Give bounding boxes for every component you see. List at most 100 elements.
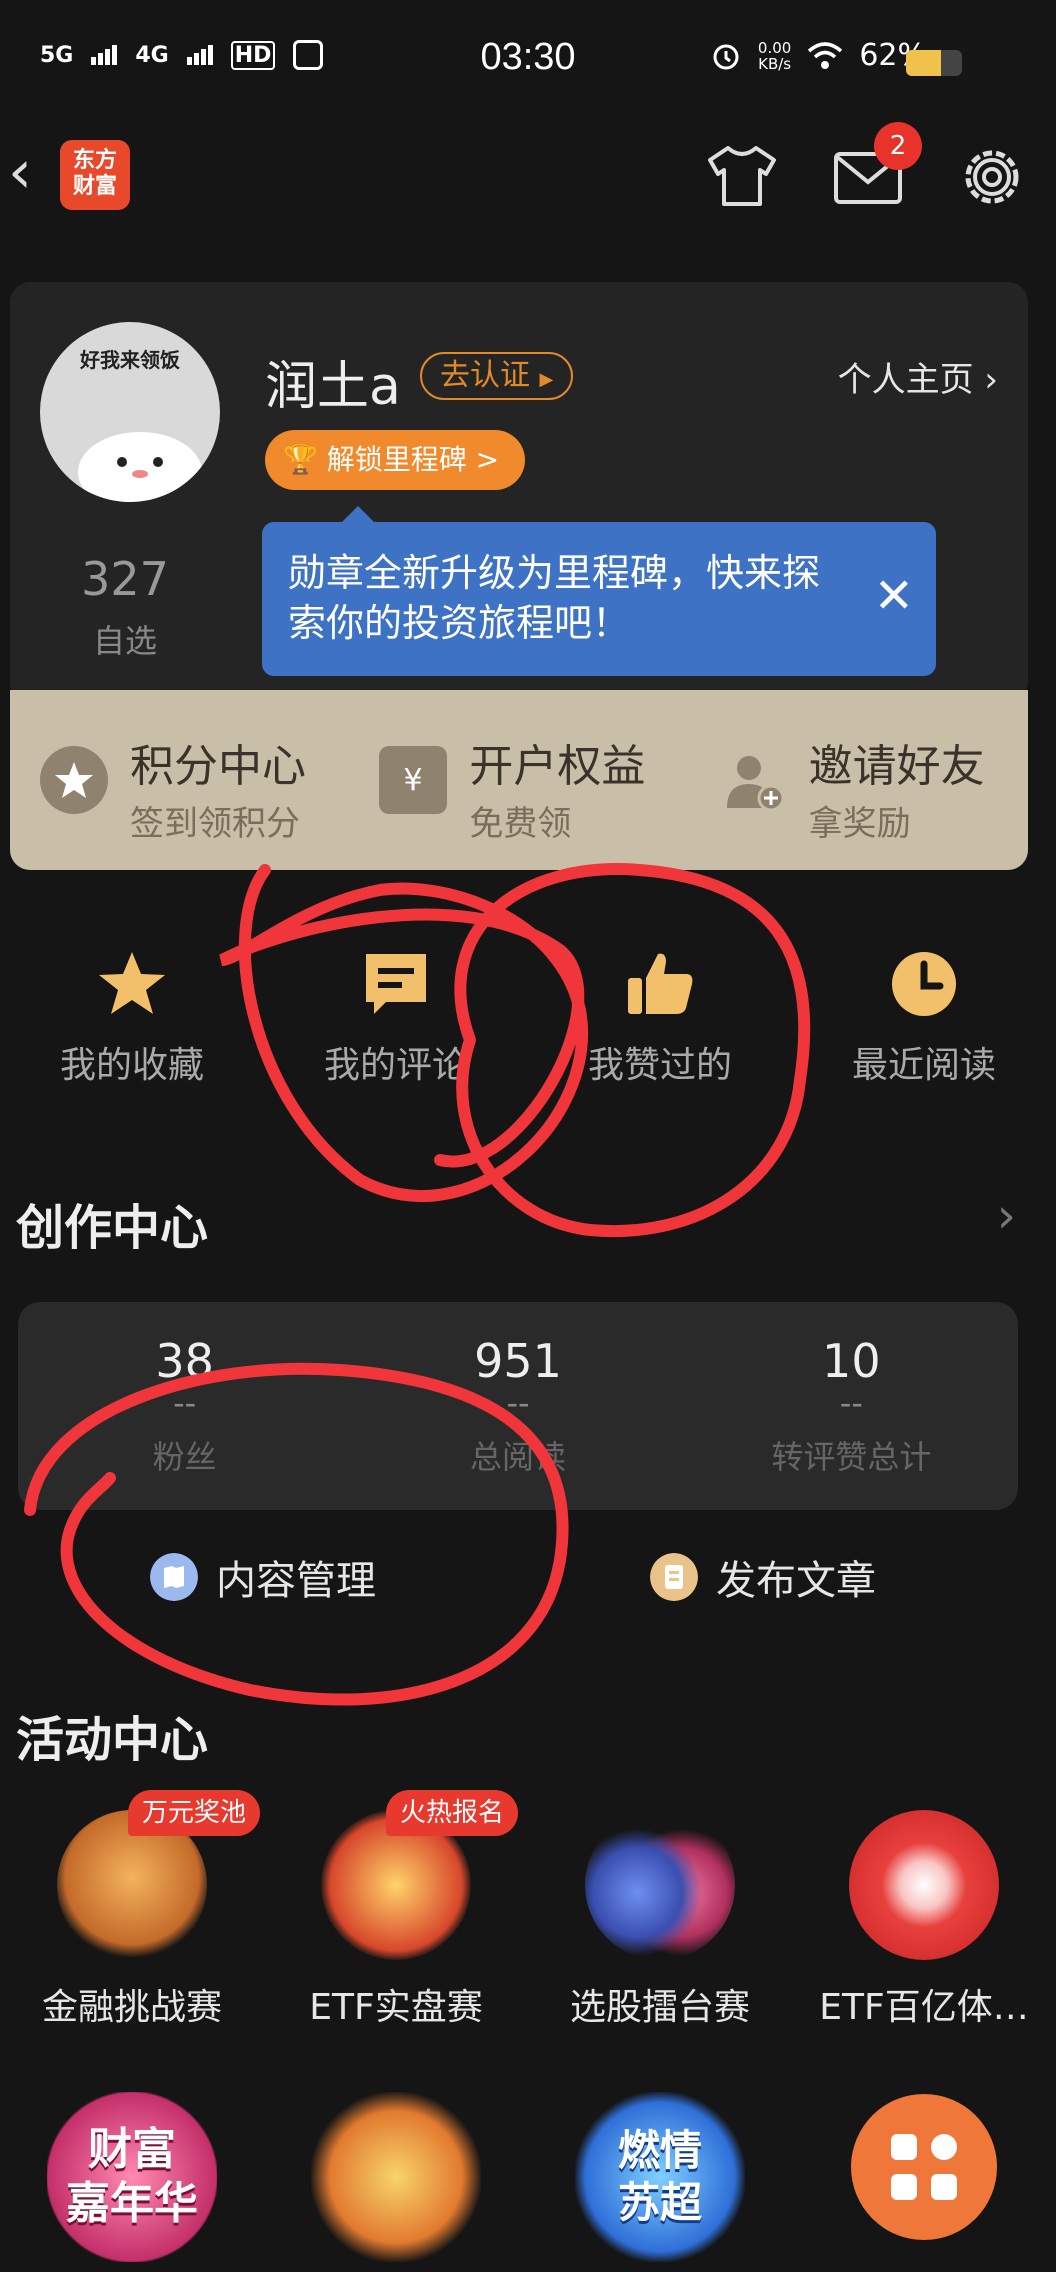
folder-icon — [150, 1553, 198, 1601]
quick-action-label: 最近阅读 — [851, 1045, 996, 1086]
app-logo: 东方 财富 — [60, 140, 130, 210]
creator-stat-reads[interactable]: 951 -- 总阅读 — [351, 1302, 684, 1510]
logo-line-2: 财富 — [72, 174, 117, 200]
stat-delta: -- — [506, 1384, 530, 1422]
reward-title: 邀请好友 — [808, 741, 985, 792]
quick-action-label: 我赞过的 — [587, 1045, 732, 1086]
red-envelope-icon — [849, 1810, 999, 1960]
carnival-banner: 财富 嘉年华 — [47, 2092, 217, 2262]
stat-label: 粉丝 — [152, 1438, 217, 1476]
clock-icon — [892, 952, 956, 1016]
milestone-tooltip: 勋章全新升级为里程碑，快来探索你的投资旅程吧！ ✕ — [262, 506, 936, 676]
status-right: 0.00 KB/s 62% — [710, 38, 926, 73]
reward-subtitle: 签到领积分 — [130, 804, 300, 844]
add-user-icon — [719, 746, 787, 814]
verify-button[interactable]: 去认证 ▶ — [420, 352, 574, 400]
versus-gloves-icon — [585, 1810, 735, 1960]
verify-label: 去认证 — [440, 358, 530, 393]
stat-label: 总阅读 — [469, 1438, 566, 1476]
quick-action-label: 我的评论 — [323, 1045, 468, 1086]
close-icon[interactable]: ✕ — [874, 572, 914, 620]
net-speed: 0.00 KB/s — [758, 40, 791, 72]
thumbs-up-icon — [628, 953, 693, 1014]
content-manage-label: 内容管理 — [216, 1558, 376, 1604]
quick-action-recent[interactable]: 最近阅读 — [792, 940, 1056, 1100]
content-manage-button[interactable]: 内容管理 — [150, 1548, 376, 1606]
reward-title: 积分中心 — [130, 741, 306, 792]
su-super-banner: 燃情 苏超 — [575, 2092, 745, 2262]
promo-gift[interactable] — [264, 2080, 528, 2272]
wifi-icon — [808, 41, 843, 69]
svg-text:¥: ¥ — [404, 763, 423, 798]
star-badge-icon — [40, 746, 108, 814]
publish-label: 发布文章 — [716, 1558, 876, 1604]
stat-delta: -- — [173, 1384, 197, 1422]
promo-text-2: 嘉年华 — [66, 2178, 198, 2229]
rewards-strip: 积分中心 签到领积分 ¥ 开户权益 免费领 邀请好友 拿奖励 — [10, 690, 1028, 870]
net-speed-value: 0.00 — [757, 38, 792, 57]
event-finance-challenge[interactable]: 万元奖池 金融挑战赛 — [0, 1790, 264, 2030]
promo-carnival[interactable]: 财富 嘉年华 — [0, 2080, 264, 2272]
reward-points-center[interactable]: 积分中心 签到领积分 — [10, 690, 349, 870]
tooltip-text: 勋章全新升级为里程碑，快来探索你的投资旅程吧！ — [288, 551, 821, 645]
shirt-icon[interactable] — [702, 142, 782, 212]
quick-action-label: 我的收藏 — [59, 1045, 204, 1086]
mail-badge: 2 — [874, 122, 922, 170]
settings-gear-icon[interactable] — [952, 142, 1032, 212]
logo-line-1: 东方 — [72, 148, 117, 173]
reward-account-benefits[interactable]: ¥ 开户权益 免费领 — [349, 690, 688, 870]
homepage-label: 个人主页 — [837, 360, 974, 400]
watchlist-stat[interactable]: 327 自选 — [50, 552, 200, 662]
comment-icon — [366, 954, 426, 1014]
reward-invite-friends[interactable]: 邀请好友 拿奖励 — [689, 690, 1028, 870]
quick-action-favorites[interactable]: 我的收藏 — [0, 940, 264, 1100]
app-grid-icon[interactable] — [851, 2094, 997, 2240]
event-stock-arena[interactable]: 选股擂台赛 — [528, 1790, 792, 2030]
back-icon[interactable]: ‹ — [8, 142, 32, 202]
battery-fill — [906, 50, 941, 76]
gift-box-icon — [311, 2092, 481, 2262]
promo-su-super[interactable]: 燃情 苏超 — [528, 2080, 792, 2272]
play-arrow-icon: ▶ — [539, 369, 554, 390]
homepage-link[interactable]: 个人主页 › — [838, 352, 998, 401]
watchlist-label: 自选 — [92, 622, 157, 660]
event-etf-billion[interactable]: ETF百亿体… — [792, 1790, 1056, 2030]
stat-delta: -- — [839, 1384, 863, 1422]
quick-action-comments[interactable]: 我的评论 — [264, 940, 528, 1100]
event-label: 选股擂台赛 — [569, 1987, 750, 2028]
status-bar: 5G 4G HD 03:30 0.00 KB/s 62% — [0, 0, 1056, 120]
event-etf-live[interactable]: 火热报名 ETF实盘赛 — [264, 1790, 528, 2030]
milestone-button[interactable]: 🏆 解锁里程碑 > — [265, 430, 526, 490]
avatar[interactable]: 好我来领饭 — [40, 322, 220, 502]
quick-actions: 我的收藏 我的评论 我赞过的 最近阅读 — [0, 940, 1056, 1100]
promo-more[interactable] — [792, 2080, 1056, 2272]
username: 润土a — [265, 357, 401, 417]
reward-subtitle: 拿奖励 — [808, 804, 911, 844]
chevron-right-icon[interactable]: › — [997, 1188, 1016, 1244]
battery-icon — [906, 50, 962, 76]
alarm-icon — [713, 44, 739, 69]
promo-text-2: 苏超 — [617, 2178, 702, 2227]
watchlist-count: 327 — [81, 552, 169, 606]
quick-action-liked[interactable]: 我赞过的 — [528, 940, 792, 1100]
events-row: 万元奖池 金融挑战赛 火热报名 ETF实盘赛 选股擂台赛 ETF百亿体… — [0, 1790, 1056, 2030]
promo-row: 财富 嘉年华 燃情 苏超 — [0, 2080, 1056, 2272]
yen-envelope-icon: ¥ — [379, 746, 448, 814]
chevron-right-icon: › — [984, 360, 998, 400]
promo-text-1: 财富 — [88, 2124, 176, 2175]
event-label: 金融挑战赛 — [41, 1987, 222, 2028]
reward-subtitle: 免费领 — [469, 804, 572, 844]
event-tag: 万元奖池 — [128, 1790, 261, 1836]
mail-icon[interactable]: 2 — [830, 122, 922, 212]
event-tag: 火热报名 — [386, 1790, 519, 1836]
stat-value: 38 — [155, 1334, 214, 1388]
milestone-label: 解锁里程碑 > — [326, 443, 500, 476]
creator-stat-followers[interactable]: 38 -- 粉丝 — [18, 1302, 351, 1510]
creator-stat-engagement[interactable]: 10 -- 转评赞总计 — [685, 1302, 1018, 1510]
stat-label: 转评赞总计 — [771, 1438, 932, 1476]
star-icon — [99, 952, 165, 1014]
creator-center-title: 创作中心 — [16, 1200, 209, 1256]
publish-article-button[interactable]: 发布文章 — [650, 1548, 876, 1606]
stat-value: 951 — [474, 1334, 562, 1388]
activity-center-title: 活动中心 — [16, 1712, 209, 1768]
